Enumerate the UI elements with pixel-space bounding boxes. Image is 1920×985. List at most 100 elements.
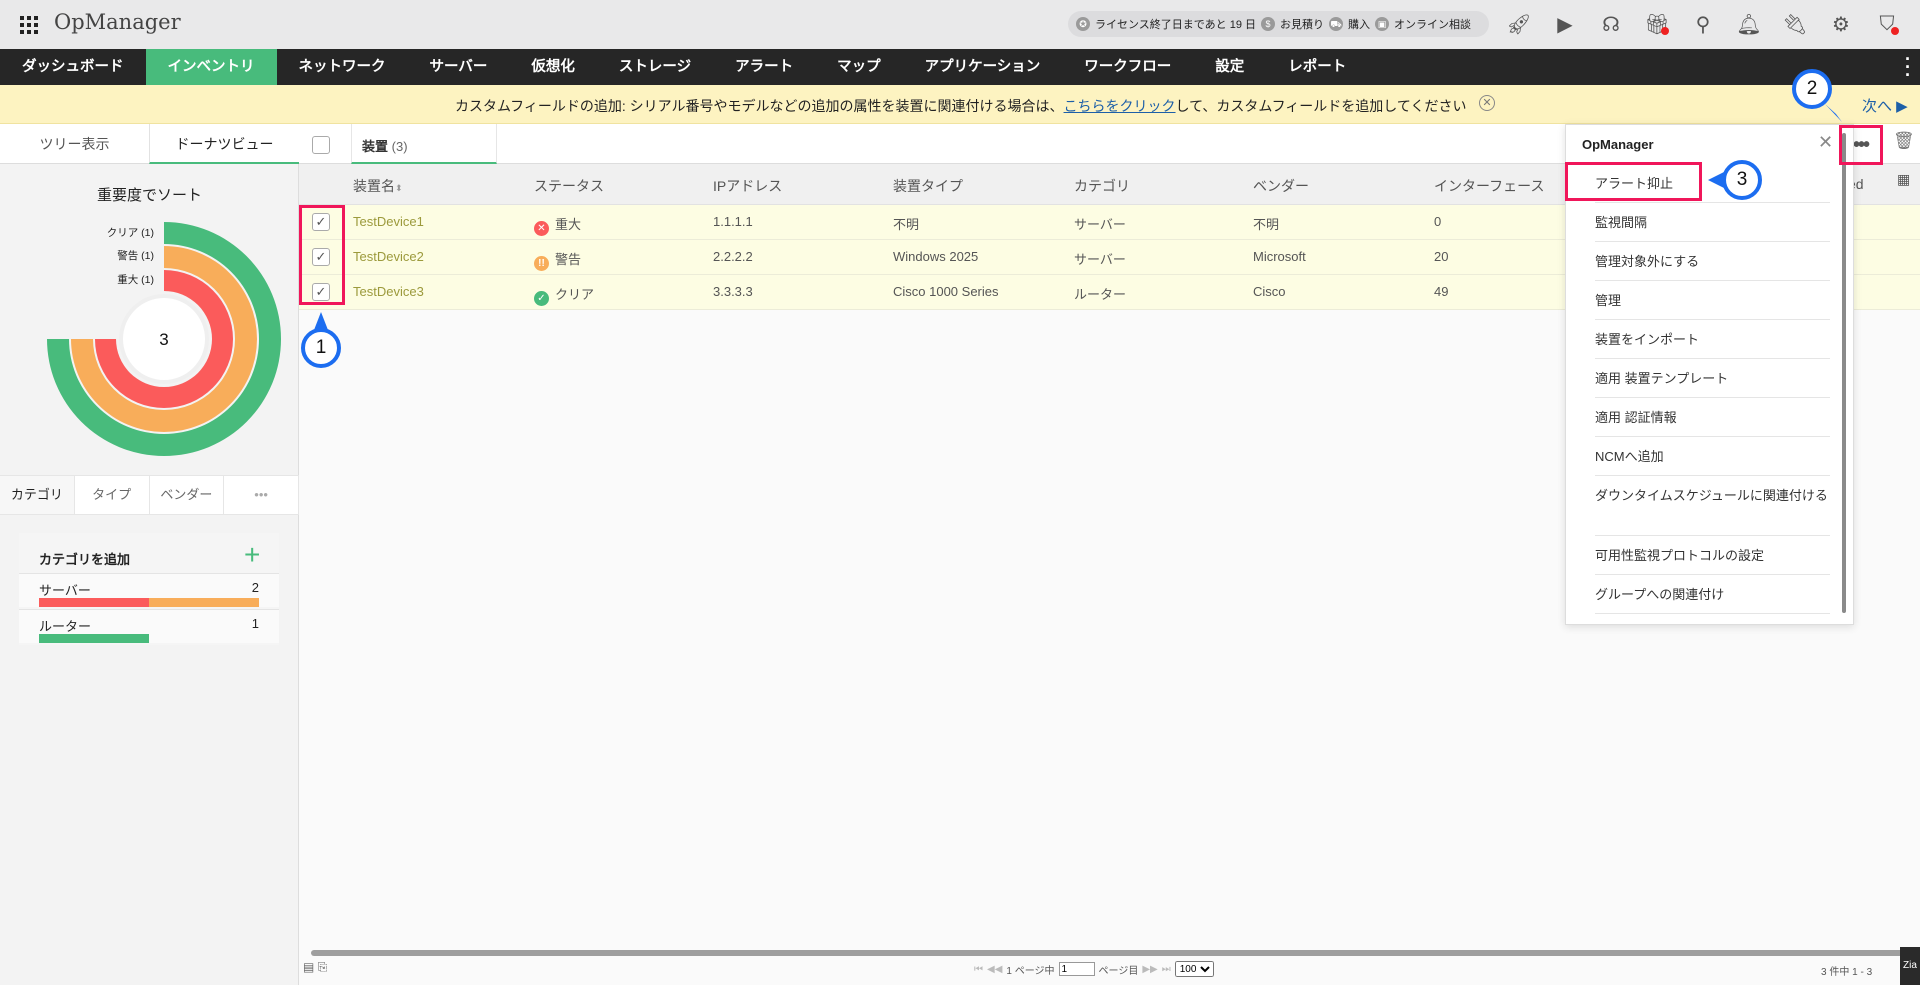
banner-next-button[interactable]: 次へ ▶ [1862,95,1908,116]
col-vendor[interactable]: ベンダー [1253,176,1309,196]
search-icon[interactable]: ⚲ [1690,10,1716,38]
custom-field-banner: カスタムフィールドの追加: シリアル番号やモデルなどの追加の属性を装置に関連付け… [0,85,1920,124]
nav-reports[interactable]: レポート [1266,49,1368,85]
banner-link[interactable]: こちらをクリック [1064,98,1176,114]
sort-title: 重要度でソート [96,187,202,204]
donut-total: 3 [159,330,168,349]
col-device-name[interactable]: 装置名⬍ [353,176,403,196]
nav-network[interactable]: ネットワーク [277,49,408,85]
banner-close-icon[interactable]: ✕ [1479,95,1495,111]
zia-button[interactable]: Zia [1900,947,1920,985]
page-suffix: ページ目 [1098,965,1139,977]
horizontal-scrollbar[interactable] [311,950,1916,956]
bar-critical [39,598,149,607]
column-chooser-icon[interactable]: ▦ [1897,171,1910,188]
menu-scrollbar[interactable] [1842,133,1846,613]
last-page-icon[interactable]: ⏭ [1162,964,1171,975]
nav-dashboard[interactable]: ダッシュボード [0,49,146,85]
tab-category[interactable]: カテゴリ [0,476,75,514]
device-name-link[interactable]: TestDevice1 [353,214,424,229]
close-icon[interactable]: ✕ [1818,132,1833,153]
license-text[interactable]: ライセンス終了日まであと 19 日 [1095,16,1256,32]
top-header: OpManager ✪ ライセンス終了日まであと 19 日 $ お見積り ⛟ 購入 ▣… [0,0,1920,49]
category-name: ルーター [39,619,92,634]
bar-clear [39,634,149,643]
category-box: カテゴリを追加 + サーバー 2 ルーター 1 [19,533,279,645]
device-name-link[interactable]: TestDevice2 [353,249,424,264]
list-view-icon[interactable]: ▤ [303,960,314,974]
menu-item[interactable]: 適用 装置テンプレート [1595,359,1830,398]
nav-virtualization[interactable]: 仮想化 [509,49,597,85]
nav-applications[interactable]: アプリケーション [903,49,1063,85]
menu-item[interactable]: グループへの関連付け [1595,575,1830,614]
tab-tree-view[interactable]: ツリー表示 [0,124,149,164]
tab-devices[interactable]: 装置 (3) [351,124,497,164]
headset-icon[interactable]: ☊ [1598,10,1624,38]
nav-servers[interactable]: サーバー [408,49,510,85]
nav-alarms[interactable]: アラート [713,49,815,85]
col-ip[interactable]: IPアドレス [713,176,782,196]
menu-item[interactable]: 管理対象外にする [1595,242,1830,281]
first-page-icon[interactable]: ⏮ [974,964,983,975]
tab-type[interactable]: タイプ [75,476,150,514]
quote-link[interactable]: お見積り [1280,16,1324,32]
consult-link[interactable]: オンライン相談 [1394,16,1471,32]
device-name-link[interactable]: TestDevice3 [353,284,424,299]
banner-message: カスタムフィールドの追加: シリアル番号やモデルなどの追加の属性を装置に関連付け… [455,96,1466,116]
col-status[interactable]: ステータス [534,176,604,196]
col-label: 装置名 [353,178,395,194]
prev-page-icon[interactable]: ◀◀ [987,964,1002,975]
gear-icon[interactable]: ⚙ [1828,10,1854,38]
menu-item[interactable]: 適用 認証情報 [1595,398,1830,437]
app-grid-icon[interactable] [20,16,38,34]
nav-maps[interactable]: マップ [815,49,903,85]
banner-text-end: して、カスタムフィールドを追加してください [1175,98,1467,114]
bell-icon[interactable]: 🔔︎ [1736,10,1762,38]
vendor-cell: Microsoft [1253,249,1306,264]
left-panel: ツリー表示 ドーナツビュー 重要度でソート クリア (1) 警告 (1) 重大 … [0,124,299,985]
footer-tools: ▤ ⎘ [303,960,327,975]
per-page-select[interactable]: 100 [1174,961,1214,977]
gift-icon[interactable]: 🎁︎ [1644,10,1670,38]
menu-item[interactable]: 可用性監視プロトコルの設定 [1595,536,1830,575]
menu-item[interactable]: 管理 [1595,281,1830,320]
highlight-alert-suppress [1565,162,1702,201]
highlight-more-button [1839,125,1883,165]
plug-icon[interactable]: 🔌︎ [1782,10,1808,38]
callout-1: 1 [301,328,341,368]
nav-inventory[interactable]: インベントリ [145,49,277,85]
export-icon[interactable]: ⎘ [318,960,328,974]
category-name: サーバー [39,583,91,598]
ip-cell: 3.3.3.3 [713,284,753,299]
category-count: 1 [251,616,259,631]
trash-icon[interactable]: 🗑︎ [1893,131,1915,151]
category-cell: サーバー [1074,217,1126,232]
nav-settings[interactable]: 設定 [1193,49,1266,85]
category-row-server[interactable]: サーバー 2 [19,573,279,607]
ip-cell: 1.1.1.1 [713,214,753,229]
page-input[interactable] [1058,962,1095,976]
nav-workflow[interactable]: ワークフロー [1062,49,1193,85]
status-text: 重大 [555,217,582,232]
next-page-icon[interactable]: ▶▶ [1142,964,1157,975]
shield-alert-icon[interactable]: ⛉ [1874,10,1900,38]
severity-donut[interactable]: 3 [0,214,299,474]
select-all-checkbox[interactable] [312,136,330,154]
presentation-icon[interactable]: ▶ [1552,10,1578,38]
menu-item[interactable]: 装置をインポート [1595,320,1830,359]
tab-more[interactable]: ••• [224,476,299,514]
tab-donut-view[interactable]: ドーナツビュー [149,124,299,164]
col-interfaces[interactable]: インターフェース [1434,176,1544,196]
col-category[interactable]: カテゴリ [1074,176,1130,196]
menu-item[interactable]: 監視間隔 [1595,203,1830,242]
tab-vendor[interactable]: ベンダー [150,476,225,514]
category-row-router[interactable]: ルーター 1 [19,609,279,643]
nav-storage[interactable]: ストレージ [597,49,713,85]
buy-link[interactable]: 購入 [1348,16,1370,32]
menu-item[interactable]: ダウンタイムスケジュールに関連付ける [1595,476,1830,536]
rocket-icon[interactable]: 🚀︎ [1506,10,1532,38]
col-device-type[interactable]: 装置タイプ [893,176,963,196]
menu-item[interactable]: NCMへ追加 [1595,437,1830,476]
plus-icon[interactable]: + [244,539,260,571]
nav-more-icon[interactable]: · · · [1904,50,1912,84]
